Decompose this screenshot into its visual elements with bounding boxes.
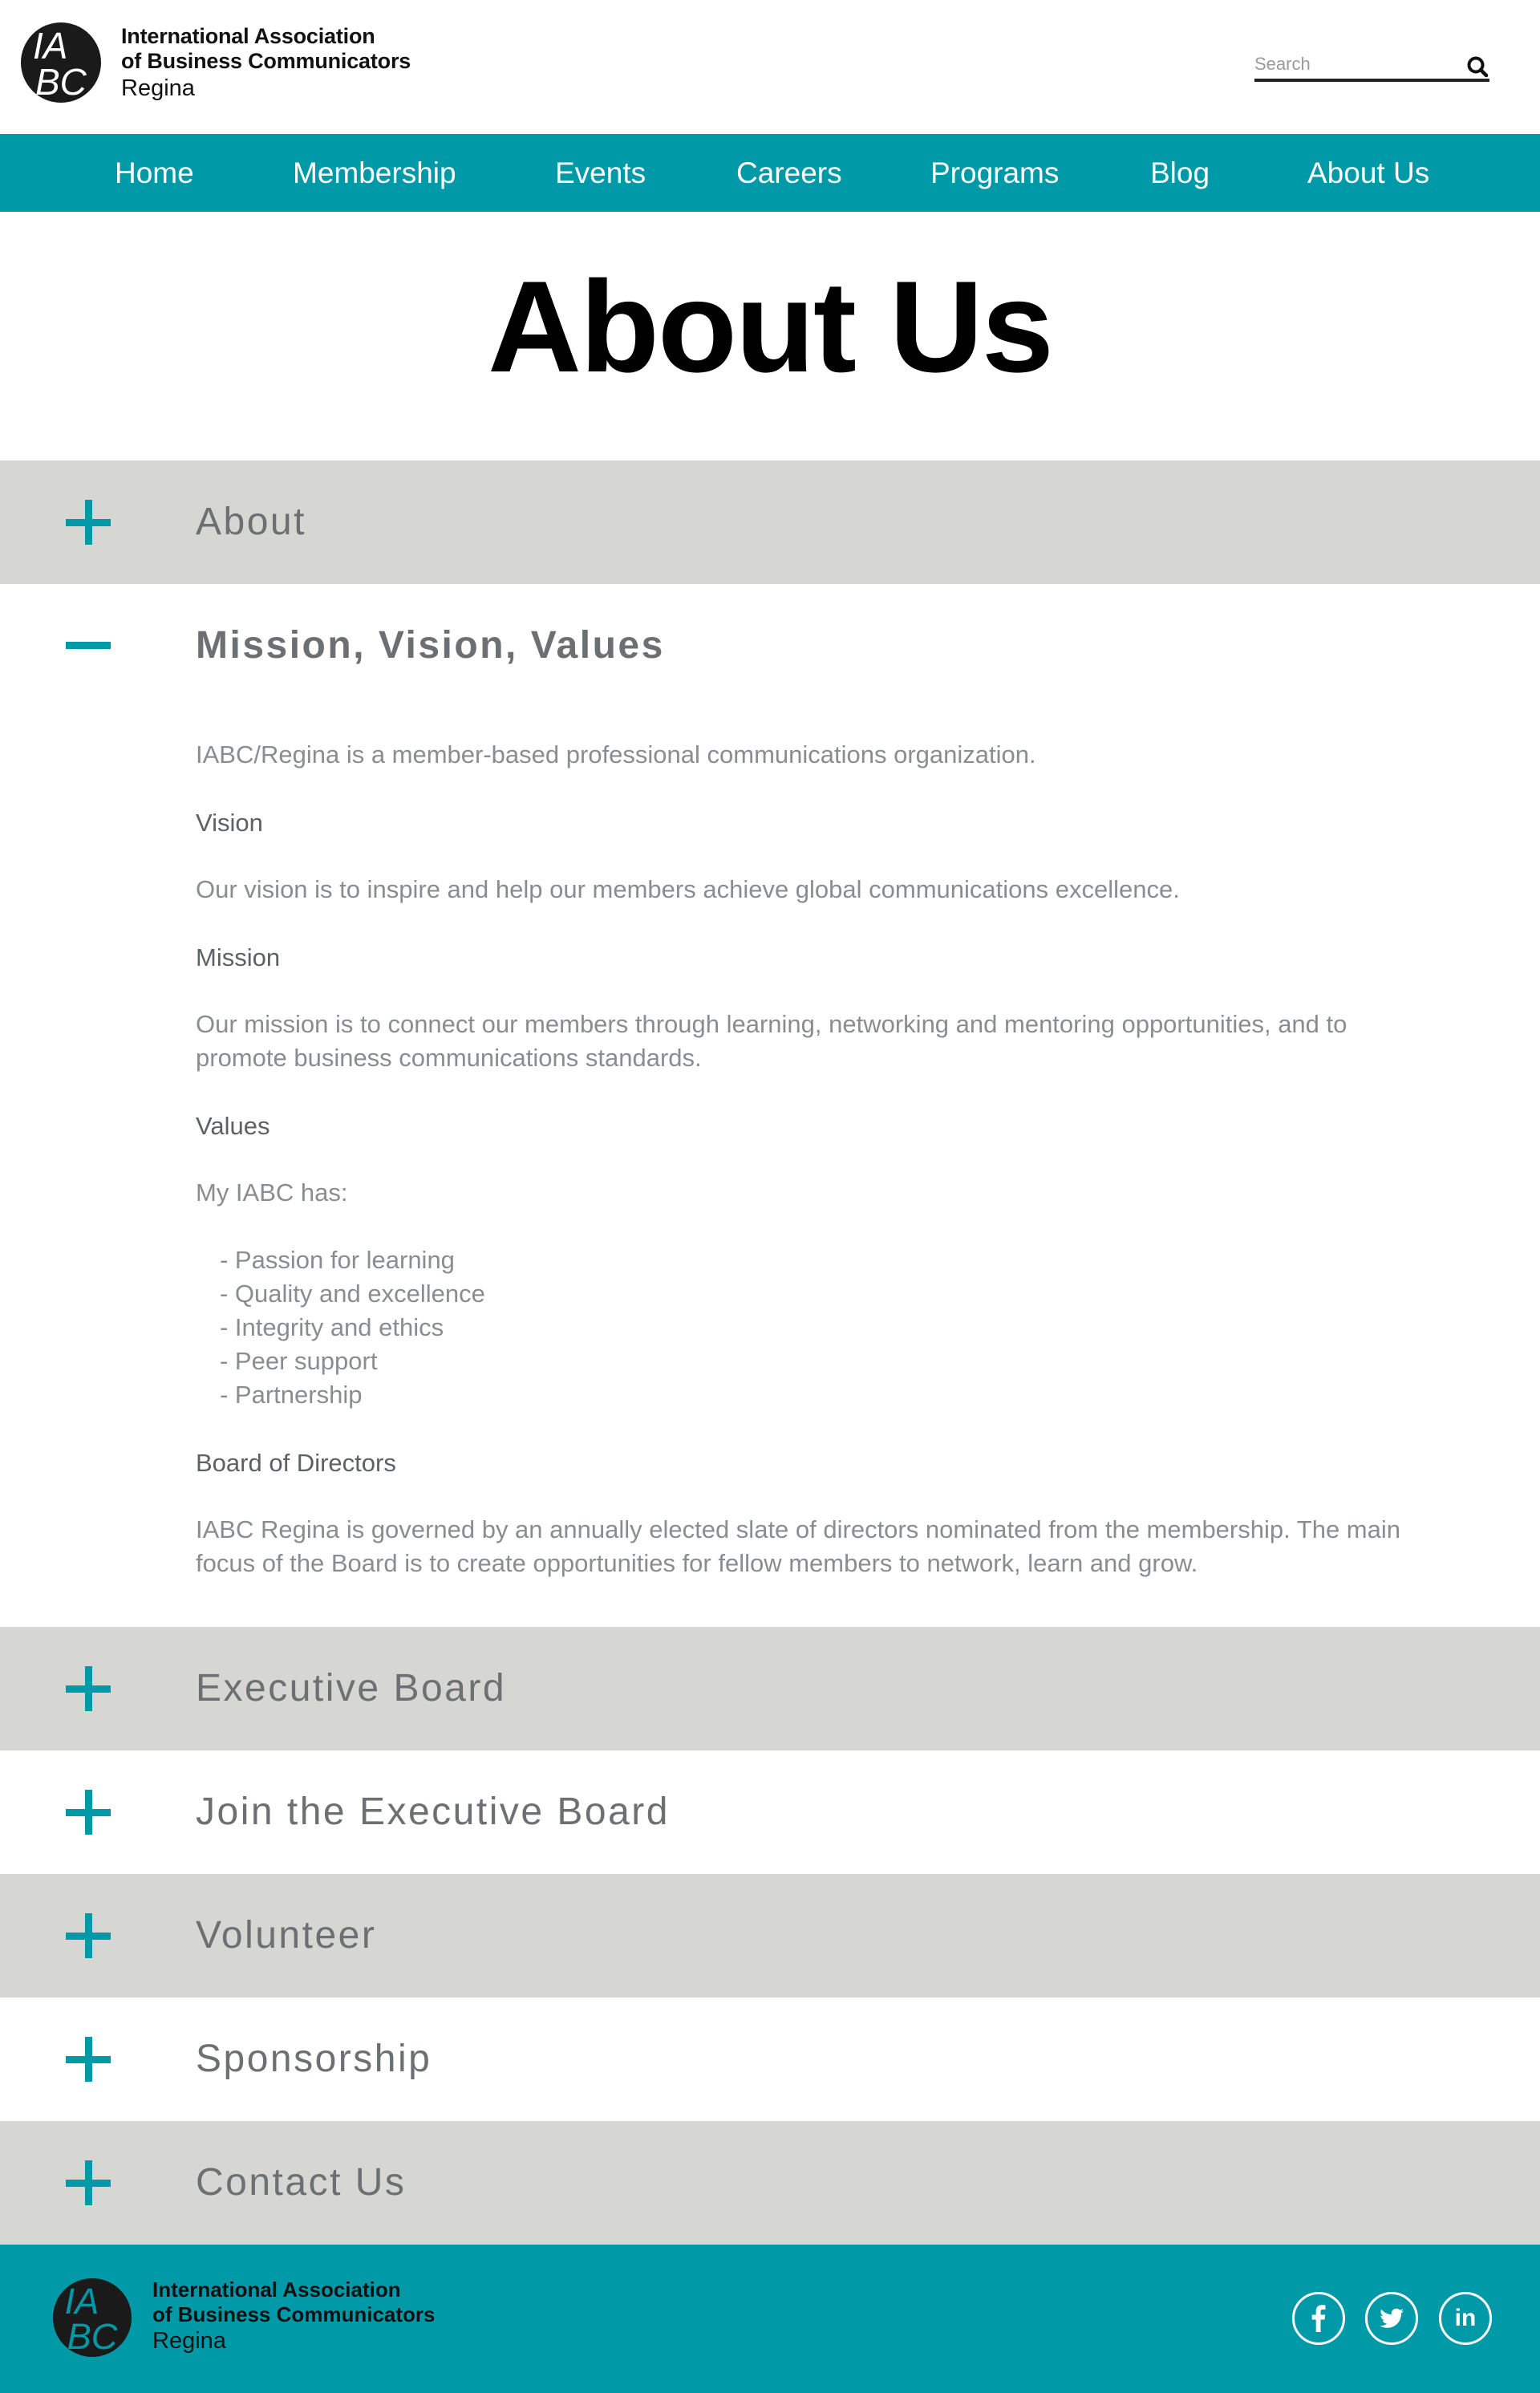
logo-text-line2: of Business Communicators <box>121 49 411 73</box>
search-input[interactable] <box>1254 51 1455 77</box>
board-heading: Board of Directors <box>196 1449 396 1477</box>
values-list-item: - Partnership <box>220 1381 363 1409</box>
facebook-icon <box>1311 2305 1326 2332</box>
footer-logo-text: International Association of Business Co… <box>152 2277 436 2355</box>
site-footer: IA BC International Association of Busin… <box>0 2245 1540 2393</box>
footer-logo-line2: of Business Communicators <box>152 2302 436 2326</box>
svg-text:BC: BC <box>67 2316 118 2357</box>
intro-text: IABC/Regina is a member-based profession… <box>196 740 1036 769</box>
nav-item-events[interactable]: Events <box>555 134 646 212</box>
footer-logo-line3: Regina <box>152 2328 226 2354</box>
accordion-title: Mission, Vision, Values <box>196 624 665 667</box>
plus-icon[interactable] <box>66 2160 111 2205</box>
iabc-logo[interactable]: IA BC <box>19 21 103 104</box>
values-list-item: - Quality and excellence <box>220 1280 485 1308</box>
site-header: IA BC International Association of Busin… <box>0 0 1540 134</box>
accordion-contact-us[interactable]: Contact Us <box>0 2121 1540 2245</box>
main-nav: Home Membership Events Careers Programs … <box>0 134 1540 212</box>
plus-icon[interactable] <box>66 2037 111 2082</box>
accordion-title: Join the Executive Board <box>196 1791 670 1833</box>
vision-heading: Vision <box>196 809 263 837</box>
values-list-item: - Peer support <box>220 1347 378 1375</box>
footer-logo-line1: International Association <box>152 2277 401 2302</box>
nav-item-home[interactable]: Home <box>115 134 194 212</box>
accordion-executive-board[interactable]: Executive Board <box>0 1627 1540 1750</box>
accordion-title: Contact Us <box>196 2161 407 2204</box>
svg-text:BC: BC <box>35 61 87 103</box>
mission-heading: Mission <box>196 943 281 971</box>
accordion-sponsorship[interactable]: Sponsorship <box>0 1998 1540 2121</box>
accordion-title: Sponsorship <box>196 2038 432 2080</box>
vision-text: Our vision is to inspire and help our me… <box>196 875 1180 903</box>
plus-icon[interactable] <box>66 500 111 545</box>
accordion-join-executive-board[interactable]: Join the Executive Board <box>0 1750 1540 1874</box>
nav-item-membership[interactable]: Membership <box>293 134 456 212</box>
values-list-item: - Integrity and ethics <box>220 1313 444 1341</box>
plus-icon[interactable] <box>66 1666 111 1711</box>
linkedin-button[interactable]: in <box>1439 2292 1492 2345</box>
values-heading: Values <box>196 1112 270 1140</box>
accordion-volunteer[interactable]: Volunteer <box>0 1874 1540 1998</box>
logo-text-line3: Regina <box>121 75 195 101</box>
minus-icon[interactable] <box>66 642 111 649</box>
search-icon[interactable] <box>1465 55 1489 79</box>
logo-text: International Association of Business Co… <box>121 24 411 103</box>
accordion-title: Executive Board <box>196 1667 507 1710</box>
accordion-mission-vision-values[interactable]: Mission, Vision, Values <box>0 584 1540 708</box>
page-title: About Us <box>488 254 1054 400</box>
plus-icon[interactable] <box>66 1913 111 1958</box>
logo-text-line1: International Association <box>121 24 375 48</box>
board-text-line1: IABC Regina is governed by an annually e… <box>196 1515 1401 1543</box>
nav-item-programs[interactable]: Programs <box>930 134 1059 212</box>
mission-text-line2: promote business communications standard… <box>196 1044 702 1072</box>
board-text-line2: focus of the Board is to create opportun… <box>196 1549 1198 1577</box>
facebook-button[interactable] <box>1292 2292 1345 2345</box>
values-list-item: - Passion for learning <box>220 1246 455 1274</box>
mission-text-line1: Our mission is to connect our members th… <box>196 1010 1348 1038</box>
accordion-title: Volunteer <box>196 1914 377 1957</box>
linkedin-icon: in <box>1454 2305 1477 2331</box>
nav-item-blog[interactable]: Blog <box>1150 134 1210 212</box>
accordion-title: About <box>196 501 306 543</box>
nav-item-careers[interactable]: Careers <box>736 134 842 212</box>
nav-item-about-us[interactable]: About Us <box>1307 134 1429 212</box>
twitter-icon <box>1380 2308 1404 2328</box>
accordion-about[interactable]: About <box>0 460 1540 584</box>
search-box <box>1254 51 1489 82</box>
plus-icon[interactable] <box>66 1790 111 1835</box>
twitter-button[interactable] <box>1365 2292 1418 2345</box>
values-intro: My IABC has: <box>196 1178 348 1207</box>
iabc-logo[interactable]: IA BC <box>51 2277 133 2359</box>
